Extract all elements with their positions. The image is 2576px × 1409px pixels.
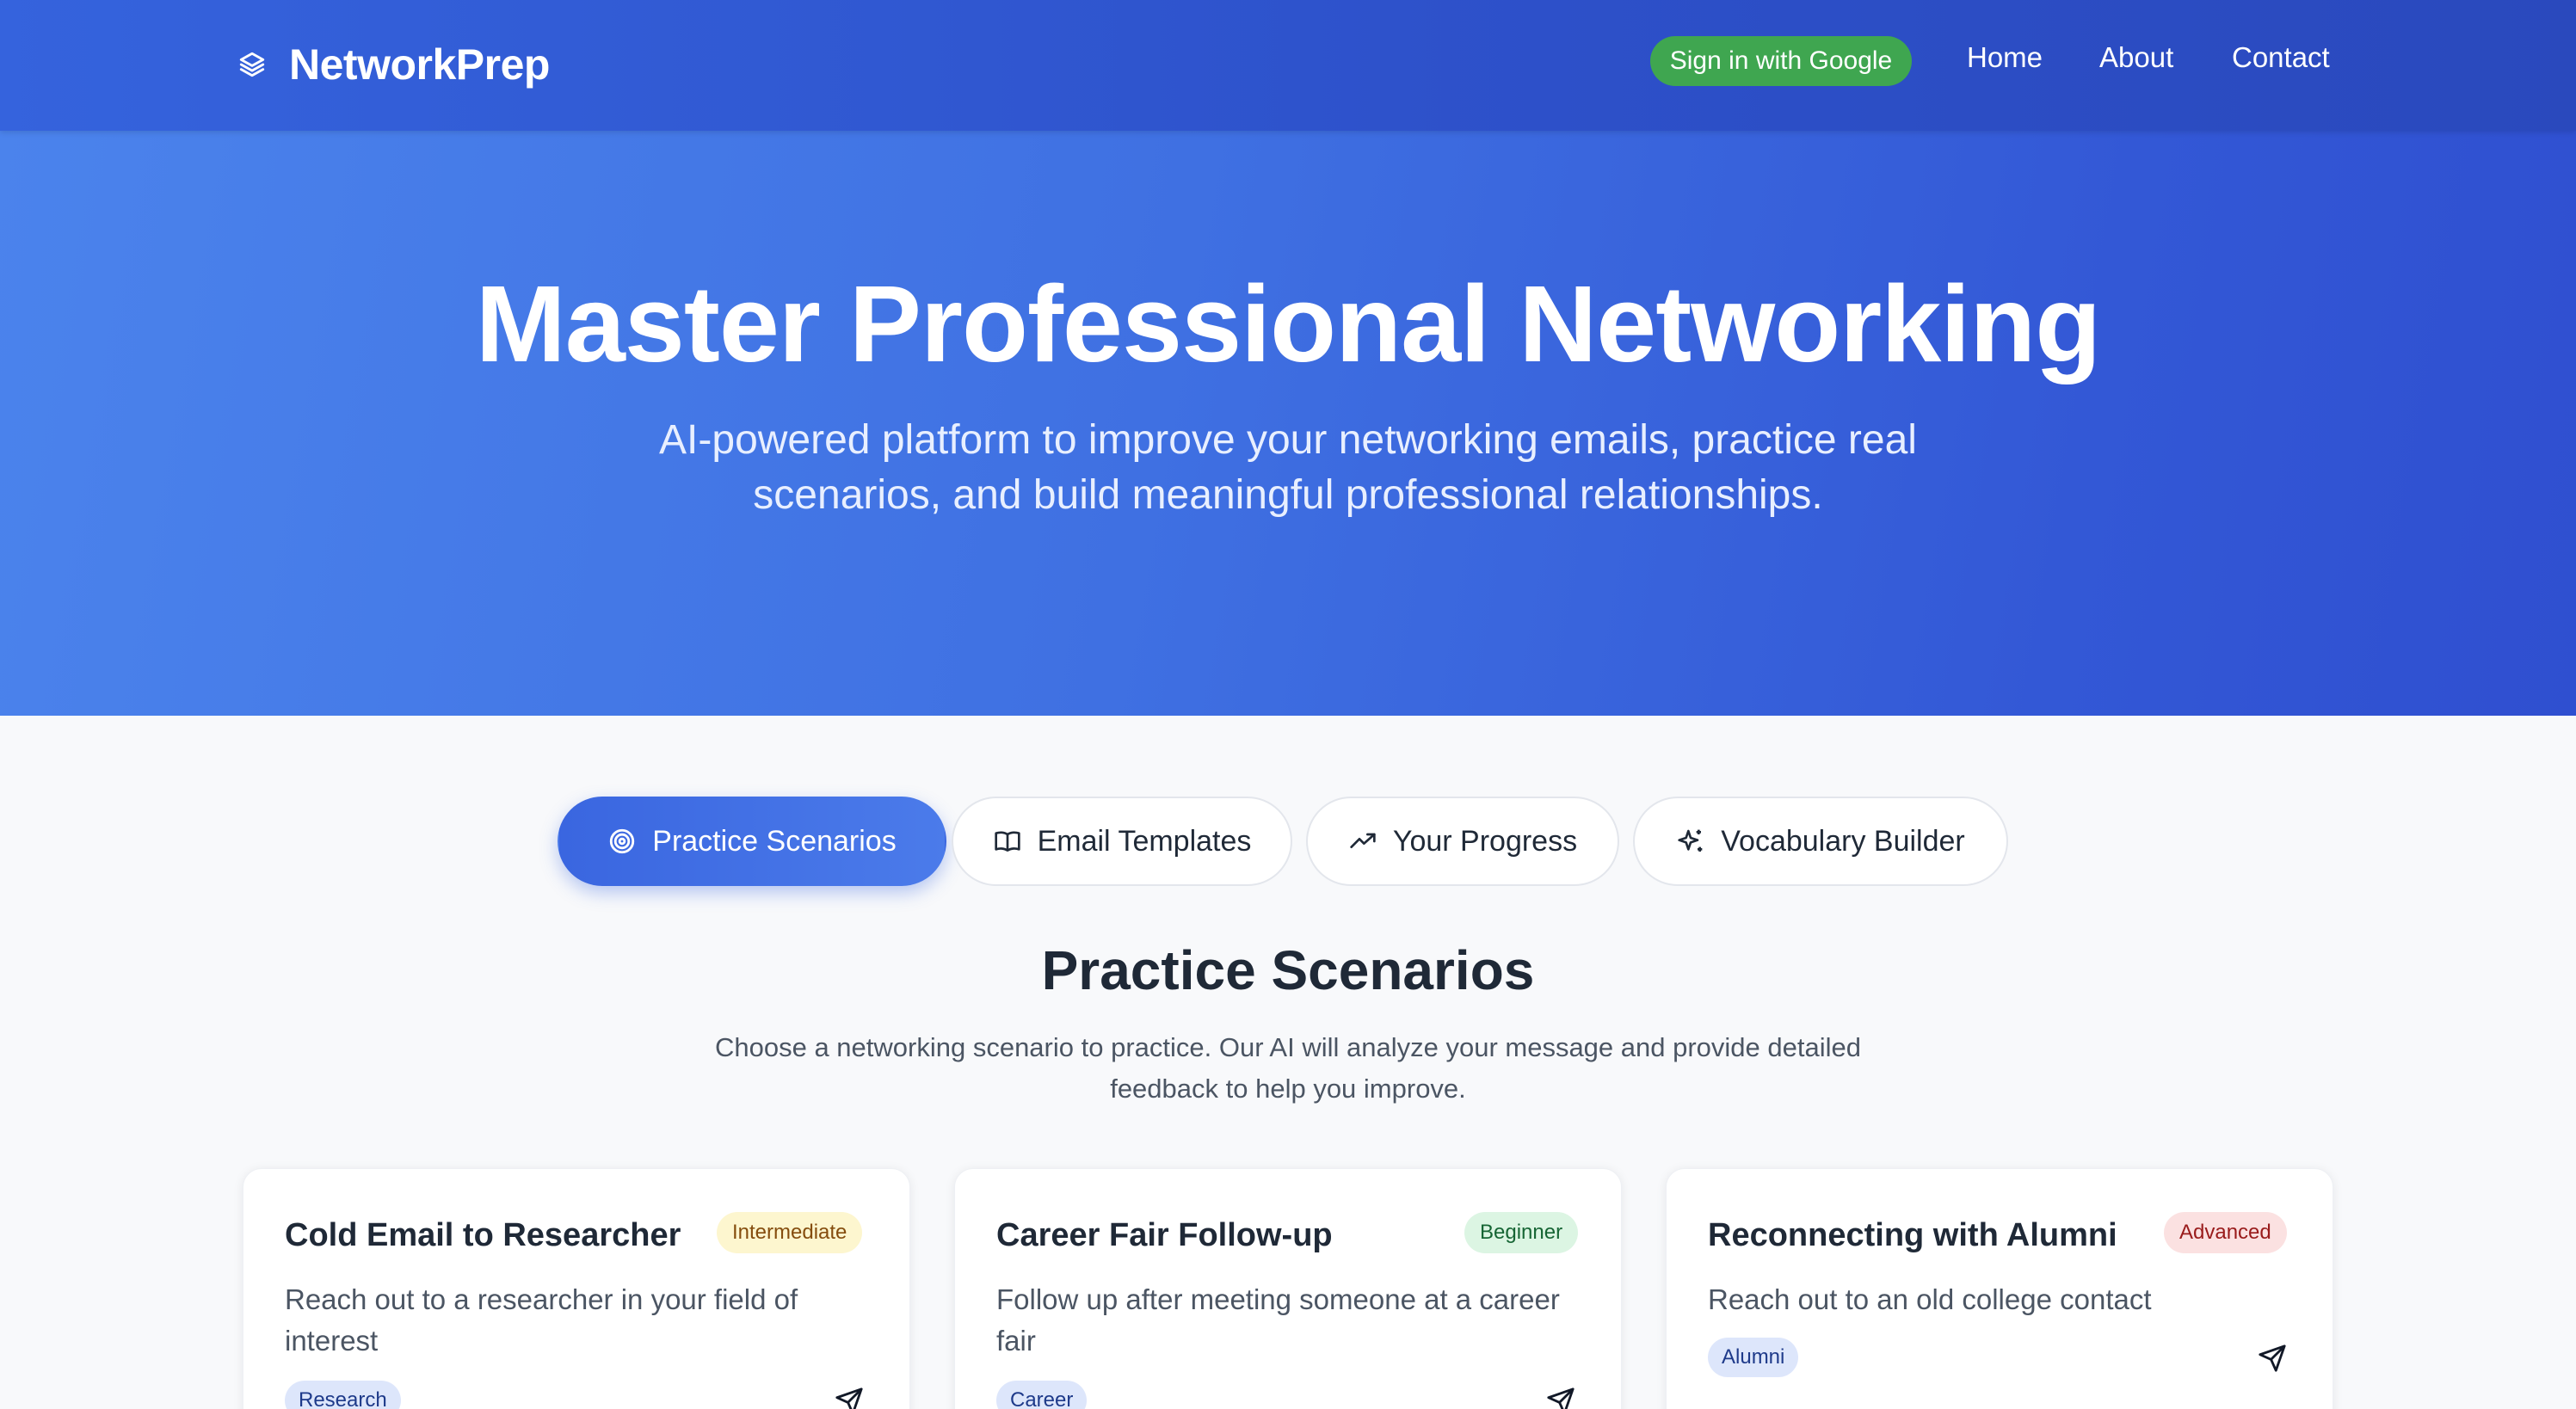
feature-tabs: Practice Scenarios Email Templates Your …: [0, 797, 2576, 886]
category-tag: Career: [996, 1381, 1088, 1409]
sparkles-icon: [1676, 827, 1705, 856]
scenario-card-career-fair[interactable]: Career Fair Follow-up Beginner Follow up…: [954, 1168, 1622, 1409]
tab-label: Your Progress: [1392, 824, 1578, 858]
scenario-card-cold-email[interactable]: Cold Email to Researcher Intermediate Re…: [243, 1168, 910, 1409]
tab-email-templates[interactable]: Email Templates: [952, 797, 1292, 886]
nav-link-contact[interactable]: Contact: [2232, 38, 2330, 77]
difficulty-badge: Beginner: [1464, 1212, 1579, 1253]
brand-name: NetworkPrep: [289, 40, 550, 89]
category-tag: Alumni: [1708, 1338, 1799, 1377]
tab-label: Practice Scenarios: [652, 824, 897, 858]
tab-practice-scenarios[interactable]: Practice Scenarios: [558, 797, 946, 886]
target-icon: [607, 827, 637, 856]
send-icon[interactable]: [2253, 1339, 2291, 1377]
card-title: Career Fair Follow-up: [996, 1217, 1333, 1253]
difficulty-badge: Advanced: [2164, 1212, 2287, 1253]
tab-vocabulary-builder[interactable]: Vocabulary Builder: [1633, 797, 2008, 886]
book-open-icon: [993, 827, 1022, 856]
nav-link-about[interactable]: About: [2099, 38, 2173, 77]
section-title: Practice Scenarios: [1041, 939, 1535, 1001]
card-description: Reach out to an old college contact: [1708, 1283, 2152, 1315]
brand-logo[interactable]: NetworkPrep: [237, 34, 550, 95]
hero-subtitle: AI-powered platform to improve your netw…: [659, 417, 1917, 518]
trending-up-icon: [1348, 827, 1377, 856]
hero-section: Master Professional Networking AI-powere…: [0, 131, 2576, 716]
scenario-card-reconnecting-alumni[interactable]: Reconnecting with Alumni Advanced Reach …: [1666, 1168, 2333, 1409]
top-navigation-bar: NetworkPrep Sign in with Google Home Abo…: [0, 0, 2576, 131]
tab-label: Email Templates: [1037, 824, 1252, 858]
card-title: Cold Email to Researcher: [285, 1217, 681, 1253]
layers-icon: [237, 47, 272, 82]
section-description: Choose a networking scenario to practice…: [714, 1032, 1861, 1104]
send-icon[interactable]: [830, 1382, 868, 1409]
card-title: Reconnecting with Alumni: [1708, 1217, 2117, 1253]
hero-title: Master Professional Networking: [475, 263, 2102, 385]
difficulty-badge: Intermediate: [717, 1212, 863, 1253]
send-icon[interactable]: [1542, 1382, 1580, 1409]
card-description: Follow up after meeting someone at a car…: [996, 1283, 1560, 1357]
tab-label: Vocabulary Builder: [1721, 824, 1965, 858]
tab-your-progress[interactable]: Your Progress: [1306, 797, 1619, 886]
card-description: Reach out to a researcher in your field …: [285, 1283, 798, 1357]
category-tag: Research: [285, 1381, 401, 1409]
nav-link-home[interactable]: Home: [1967, 38, 2043, 77]
sign-in-with-google-button[interactable]: Sign in with Google: [1650, 36, 1912, 86]
